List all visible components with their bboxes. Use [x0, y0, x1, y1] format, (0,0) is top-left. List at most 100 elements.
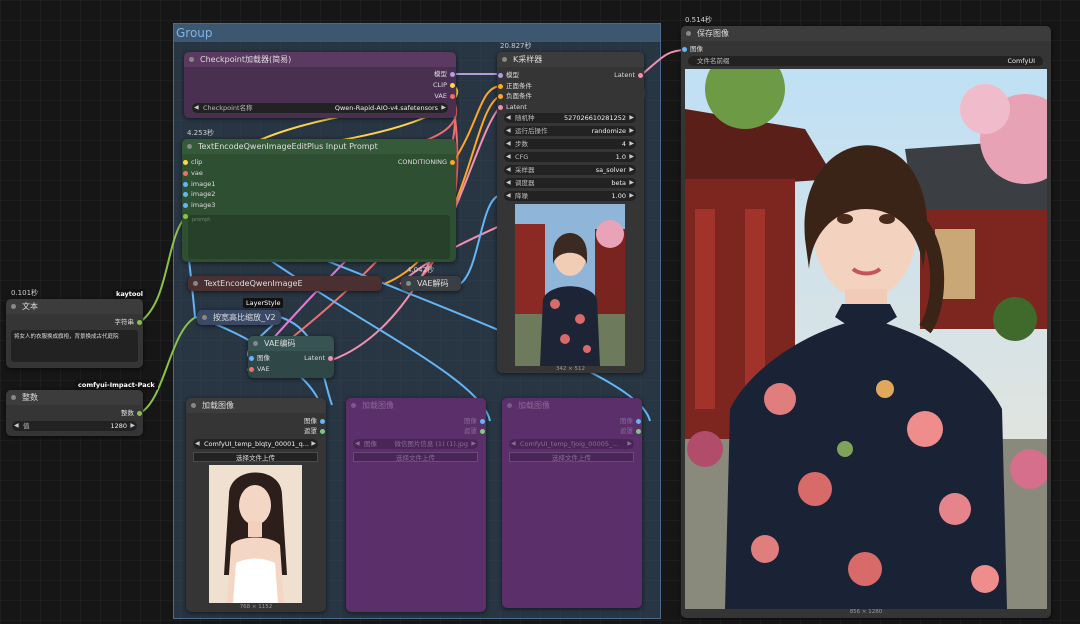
- arrow-right-icon[interactable]: ▶: [629, 165, 634, 175]
- input-image1[interactable]: image1: [182, 179, 215, 189]
- port-dot-icon[interactable]: [183, 191, 188, 197]
- load-image-header[interactable]: 加载图像: [186, 398, 326, 413]
- load-image-node-2[interactable]: 加载图像 图像 遮罩 ◀ 图像 微信图片信息 (1) (1).jpg ▶ 选择文…: [346, 398, 486, 612]
- input-latent[interactable]: Latent: [497, 102, 527, 112]
- port-dot-icon[interactable]: [480, 428, 485, 434]
- collapse-dot-icon[interactable]: [193, 281, 198, 286]
- collapse-dot-icon[interactable]: [686, 31, 691, 36]
- cfg-widget[interactable]: ◀ CFG 1.0 ▶: [504, 152, 636, 162]
- textencode-node[interactable]: TextEncodeQwenImageEditPlus Input Prompt…: [182, 139, 456, 262]
- port-dot-icon[interactable]: [320, 418, 325, 424]
- output-mask[interactable]: 遮罩: [464, 426, 486, 436]
- vae-decode-node[interactable]: VAE解码: [401, 276, 461, 291]
- arrow-left-icon[interactable]: ◀: [506, 191, 511, 201]
- collapse-dot-icon[interactable]: [253, 341, 258, 346]
- load-image-node-1[interactable]: 加载图像 图像 遮罩 ◀ ComfyUI_temp_blqty_00001_q.…: [186, 398, 326, 612]
- input-image3[interactable]: image3: [182, 200, 215, 210]
- port-dot-icon[interactable]: [183, 181, 188, 187]
- textencode-header[interactable]: TextEncodeQwenImageEditPlus Input Prompt: [182, 139, 456, 154]
- arrow-right-icon[interactable]: ▶: [471, 439, 476, 449]
- textencode-collapsed-node[interactable]: TextEncodeQwenImageE: [188, 276, 382, 291]
- port-dot-icon[interactable]: [480, 418, 485, 424]
- arrow-right-icon[interactable]: ▶: [629, 191, 634, 201]
- port-dot-icon[interactable]: [636, 428, 641, 434]
- port-dot-icon[interactable]: [450, 71, 455, 77]
- saved-output-image[interactable]: [685, 69, 1047, 609]
- control-after-generate-widget[interactable]: ◀ 运行后操作 randomize ▶: [504, 126, 636, 136]
- image-file-combo[interactable]: ◀ ComfyUI_temp_fjoig_00005_... ▶: [509, 439, 634, 449]
- scheduler-widget[interactable]: ◀ 调度器 beta ▶: [504, 178, 636, 188]
- load-image-header[interactable]: 加载图像: [502, 398, 642, 413]
- port-dot-icon[interactable]: [183, 159, 188, 165]
- collapse-dot-icon[interactable]: [202, 315, 207, 320]
- input-positive[interactable]: 正面条件: [497, 81, 532, 91]
- output-model[interactable]: 模型: [434, 69, 456, 79]
- int-node[interactable]: 整数 整数 ◀ 值 1280 ▶: [6, 390, 143, 436]
- arrow-left-icon[interactable]: ◀: [14, 421, 19, 431]
- output-mask[interactable]: 遮罩: [304, 426, 326, 436]
- text-node[interactable]: 文本 字符串 将女人的衣服换成旗袍，背景换成古代庭院: [6, 299, 143, 368]
- collapse-dot-icon[interactable]: [351, 403, 356, 408]
- input-images[interactable]: 图像: [681, 44, 703, 54]
- arrow-right-icon[interactable]: ▶: [629, 152, 634, 162]
- port-dot-icon[interactable]: [498, 83, 503, 89]
- output-image[interactable]: 图像: [620, 416, 642, 426]
- vae-encode-node[interactable]: VAE编码 图像 VAE Latent: [248, 336, 334, 378]
- arrow-right-icon[interactable]: ▶: [629, 113, 634, 123]
- port-dot-icon[interactable]: [498, 72, 503, 78]
- collapse-dot-icon[interactable]: [406, 281, 411, 286]
- port-dot-icon[interactable]: [137, 410, 142, 416]
- port-dot-icon[interactable]: [682, 46, 687, 52]
- output-latent[interactable]: Latent: [304, 353, 334, 363]
- arrow-right-icon[interactable]: ▶: [441, 103, 446, 113]
- port-dot-icon[interactable]: [320, 428, 325, 434]
- input-clip[interactable]: clip: [182, 157, 202, 167]
- prompt-textarea[interactable]: prompt: [188, 215, 450, 259]
- arrow-left-icon[interactable]: ◀: [506, 126, 511, 136]
- ksampler-header[interactable]: K采样器: [497, 52, 644, 67]
- arrow-left-icon[interactable]: ◀: [195, 439, 200, 449]
- port-dot-icon[interactable]: [183, 202, 188, 208]
- arrow-left-icon[interactable]: ◀: [506, 113, 511, 123]
- port-dot-icon[interactable]: [328, 355, 333, 361]
- arrow-left-icon[interactable]: ◀: [506, 139, 511, 149]
- checkpoint-loader-node[interactable]: Checkpoint加载器(简易) 模型 CLIP VAE ◀ Checkpoi…: [184, 52, 456, 118]
- text-content-area[interactable]: 将女人的衣服换成旗袍，背景换成古代庭院: [11, 330, 138, 362]
- output-int[interactable]: 整数: [121, 408, 143, 418]
- collapse-dot-icon[interactable]: [187, 144, 192, 149]
- collapse-dot-icon[interactable]: [11, 395, 16, 400]
- input-image2[interactable]: image2: [182, 189, 215, 199]
- port-dot-icon[interactable]: [450, 93, 455, 99]
- image-file-combo[interactable]: ◀ 图像 微信图片信息 (1) (1).jpg ▶: [353, 439, 478, 449]
- vae-decode-header[interactable]: VAE解码: [401, 276, 461, 291]
- textencode-collapsed-header[interactable]: TextEncodeQwenImageE: [188, 276, 382, 291]
- arrow-right-icon[interactable]: ▶: [629, 178, 634, 188]
- arrow-right-icon[interactable]: ▶: [629, 126, 634, 136]
- input-vae[interactable]: VAE: [248, 364, 270, 374]
- arrow-left-icon[interactable]: ◀: [506, 165, 511, 175]
- port-dot-icon[interactable]: [249, 366, 254, 372]
- scale-node[interactable]: 按宽高比缩放_V2: [197, 310, 281, 325]
- upload-file-button[interactable]: 选择文件上传: [509, 452, 634, 462]
- arrow-right-icon[interactable]: ▶: [629, 139, 634, 149]
- ksampler-node[interactable]: K采样器 模型 正面条件 负面条件 Latent Latent ◀ 随机种 5270…: [497, 52, 644, 373]
- int-node-header[interactable]: 整数: [6, 390, 143, 405]
- port-dot-icon[interactable]: [498, 93, 503, 99]
- arrow-right-icon[interactable]: ▶: [130, 421, 135, 431]
- collapse-dot-icon[interactable]: [191, 403, 196, 408]
- port-dot-icon[interactable]: [636, 418, 641, 424]
- arrow-left-icon[interactable]: ◀: [355, 439, 360, 449]
- filename-prefix-widget[interactable]: 文件名前缀 ComfyUI: [688, 56, 1043, 66]
- port-dot-icon[interactable]: [638, 72, 643, 78]
- port-dot-icon[interactable]: [498, 104, 503, 110]
- output-image[interactable]: 图像: [464, 416, 486, 426]
- input-model[interactable]: 模型: [497, 70, 519, 80]
- collapse-dot-icon[interactable]: [507, 403, 512, 408]
- output-mask[interactable]: 遮罩: [620, 426, 642, 436]
- arrow-left-icon[interactable]: ◀: [194, 103, 199, 113]
- checkpoint-name-combo[interactable]: ◀ Checkpoint名称 Qwen-Rapid-AIO-v4.safeten…: [192, 103, 448, 113]
- checkpoint-loader-header[interactable]: Checkpoint加载器(简易): [184, 52, 456, 67]
- port-dot-icon[interactable]: [183, 170, 188, 176]
- vae-encode-header[interactable]: VAE编码: [248, 336, 334, 351]
- steps-widget[interactable]: ◀ 步数 4 ▶: [504, 139, 636, 149]
